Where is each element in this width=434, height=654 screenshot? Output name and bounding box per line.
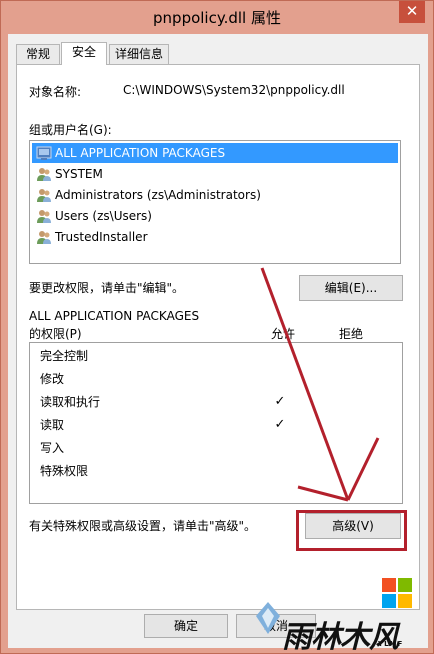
permission-name: 读取 xyxy=(40,418,65,432)
edit-hint: 要更改权限，请单击"编辑"。 xyxy=(29,281,185,295)
user-name: TrustedInstaller xyxy=(55,230,148,244)
permission-name: 修改 xyxy=(40,372,65,386)
annotation-highlight-box xyxy=(296,510,407,551)
tab-details[interactable]: 详细信息 xyxy=(109,44,169,64)
user-name: SYSTEM xyxy=(55,167,103,181)
user-list-item[interactable]: Administrators (zs\Administrators) xyxy=(32,185,398,205)
user-list-item[interactable]: SYSTEM xyxy=(32,164,398,184)
users-icon xyxy=(36,166,52,182)
permission-row: 修改 xyxy=(30,368,402,390)
window-title: pnppolicy.dll 属性 xyxy=(153,9,281,27)
group-user-label: 组或用户名(G): xyxy=(29,123,112,137)
user-list-item[interactable]: TrustedInstaller xyxy=(32,227,398,247)
permission-row: 特殊权限 xyxy=(30,460,402,482)
user-list-item[interactable]: ALL APPLICATION PACKAGES xyxy=(32,143,398,163)
tab-security[interactable]: 安全 xyxy=(61,42,107,65)
watermark-logo-subtext: YLMF xyxy=(378,640,404,648)
user-name: Users (zs\Users) xyxy=(55,209,152,223)
permission-row: 写入 xyxy=(30,437,402,459)
allow-check: ✓ xyxy=(274,394,286,409)
close-button[interactable]: ✕ xyxy=(399,1,425,23)
users-icon xyxy=(36,187,52,203)
title-bar[interactable]: pnppolicy.dll 属性 ✕ xyxy=(1,1,433,33)
users-icon xyxy=(36,229,52,245)
properties-window: pnppolicy.dll 属性 ✕ 常规 安全 详细信息 对象名称: C:\W… xyxy=(0,0,434,654)
permission-name: 完全控制 xyxy=(40,349,89,363)
permissions-title: ALL APPLICATION PACKAGES xyxy=(29,309,200,323)
permission-row: 读取 ✓ xyxy=(30,414,402,436)
dialog-client-area: 常规 安全 详细信息 对象名称: C:\WINDOWS\System32\pnp… xyxy=(8,34,428,648)
user-name: ALL APPLICATION PACKAGES xyxy=(55,146,226,160)
tab-general[interactable]: 常规 xyxy=(16,44,60,64)
permission-name: 特殊权限 xyxy=(40,464,89,478)
users-icon xyxy=(36,208,52,224)
object-name-value: C:\WINDOWS\System32\pnppolicy.dll xyxy=(123,83,345,97)
allow-column-header: 允许 xyxy=(271,327,296,341)
edit-button[interactable]: 编辑(E)... xyxy=(299,275,403,301)
group-icon xyxy=(36,145,52,161)
advanced-hint: 有关特殊权限或高级设置，请单击"高级"。 xyxy=(29,519,257,533)
permissions-subtitle: 的权限(P) xyxy=(29,327,82,341)
user-name: Administrators (zs\Administrators) xyxy=(55,188,261,202)
watermark-leaf-icon xyxy=(256,602,280,634)
allow-check: ✓ xyxy=(274,417,286,432)
permission-name: 读取和执行 xyxy=(40,395,101,409)
user-listbox[interactable]: ALL APPLICATION PACKAGES SYSTEM Administ… xyxy=(29,140,401,264)
ok-button[interactable]: 确定 xyxy=(144,614,228,638)
permission-row: 完全控制 xyxy=(30,345,402,367)
user-list-item[interactable]: Users (zs\Users) xyxy=(32,206,398,226)
object-name-label: 对象名称: xyxy=(29,85,82,99)
deny-column-header: 拒绝 xyxy=(339,327,364,341)
permission-name: 写入 xyxy=(40,441,65,455)
permissions-list[interactable]: 完全控制 修改 读取和执行 ✓ 读取 ✓ 写入 特殊权限 xyxy=(29,342,403,504)
permission-row: 读取和执行 ✓ xyxy=(30,391,402,413)
windows-logo-icon xyxy=(382,578,412,608)
